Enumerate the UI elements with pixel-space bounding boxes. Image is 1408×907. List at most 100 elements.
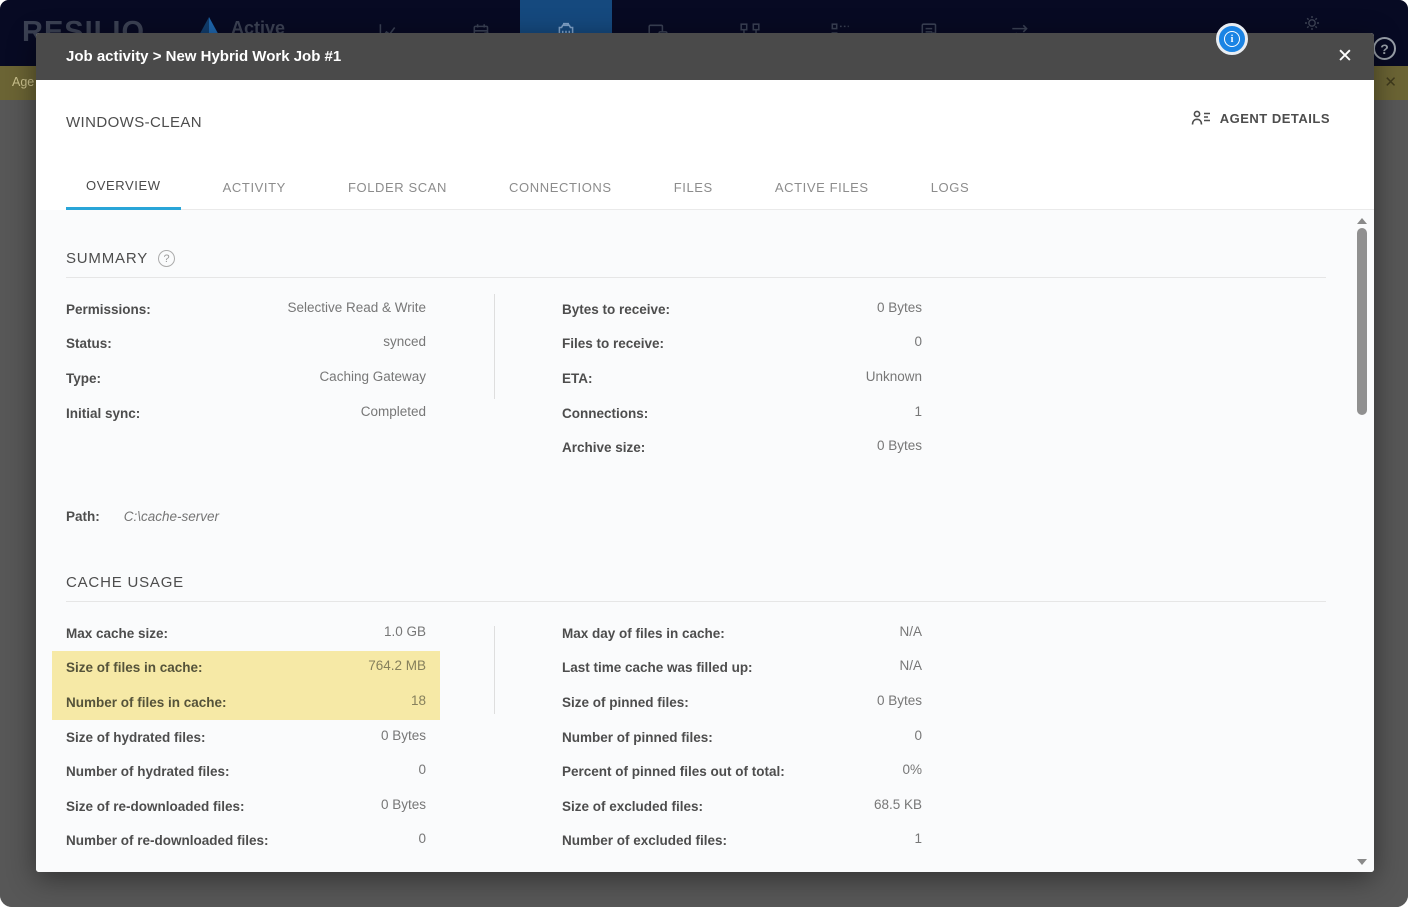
tab-overview[interactable]: OVERVIEW	[66, 164, 181, 210]
stat-row: Number of files in cache: 18	[52, 685, 440, 720]
stat-value: Unknown	[866, 369, 922, 384]
stat-value: 0	[418, 762, 426, 777]
stat-label: Permissions:	[66, 302, 151, 317]
cache-column-divider	[494, 626, 495, 714]
scrollbar-up-arrow-icon[interactable]	[1357, 218, 1367, 224]
stat-label: Size of pinned files:	[562, 695, 689, 710]
agent-details-label: AGENT DETAILS	[1220, 111, 1330, 126]
tab-active-files[interactable]: ACTIVE FILES	[755, 164, 889, 210]
stat-row: Archive size:0 Bytes	[562, 430, 922, 465]
stat-value: 1.0 GB	[384, 624, 426, 639]
stat-row: Size of excluded files: 68.5 KB	[562, 789, 922, 824]
notification-text: Age	[12, 75, 34, 89]
stat-value: 0 Bytes	[877, 693, 922, 708]
stat-row: Number of pinned files: 0	[562, 720, 922, 755]
stat-label: Number of pinned files:	[562, 730, 713, 745]
stat-row: Status: synced	[66, 327, 426, 362]
stat-label: Size of excluded files:	[562, 799, 703, 814]
tab-connections[interactable]: CONNECTIONS	[489, 164, 632, 210]
info-button[interactable]: i	[1216, 23, 1248, 55]
cache-left-column: Max cache size: 1.0 GB Size of files in ca…	[66, 616, 426, 858]
stat-value: Caching Gateway	[319, 369, 426, 384]
stat-value: 0	[914, 334, 922, 349]
stat-label: Number of excluded files:	[562, 833, 727, 848]
cache-section-header: CACHE USAGE	[66, 574, 1326, 591]
path-value: C:\cache-server	[124, 509, 219, 524]
summary-section-header: SUMMARY ?	[66, 250, 1326, 267]
stat-label: Max day of files in cache:	[562, 626, 725, 641]
modal-breadcrumb-title: Job activity > New Hybrid Work Job #1	[36, 48, 341, 65]
stat-value: 0 Bytes	[877, 300, 922, 315]
stat-label: Size of re-downloaded files:	[66, 799, 245, 814]
stat-value: 18	[411, 693, 426, 708]
stat-row: Type: Caching Gateway	[66, 361, 426, 396]
stat-row: Size of hydrated files: 0 Bytes	[66, 720, 426, 755]
help-icon[interactable]: ?	[1373, 37, 1396, 60]
stat-value: synced	[383, 334, 426, 349]
overview-tab-content: SUMMARY ? Permissions: Selective Read & W…	[36, 210, 1374, 872]
scrollbar[interactable]	[1354, 210, 1370, 872]
agent-name: WINDOWS-CLEAN	[66, 114, 1344, 131]
cache-grid: Max cache size: 1.0 GB Size of files in ca…	[66, 616, 1326, 858]
summary-divider	[66, 277, 1326, 278]
person-details-icon	[1191, 110, 1211, 126]
cache-usage-heading: CACHE USAGE	[66, 574, 184, 591]
job-activity-modal: Job activity > New Hybrid Work Job #1 ✕ …	[36, 33, 1374, 872]
stat-label: ETA:	[562, 371, 593, 386]
stat-label: Size of files in cache:	[66, 660, 203, 675]
stat-row: Number of hydrated files: 0	[66, 754, 426, 789]
stat-label: Files to receive:	[562, 336, 664, 351]
summary-heading: SUMMARY	[66, 250, 148, 267]
stat-value: Selective Read & Write	[287, 300, 426, 315]
stat-row: Number of re-downloaded files:0	[66, 824, 426, 859]
stat-row: Percent of pinned files out of total:0%	[562, 754, 922, 789]
stat-label: Number of re-downloaded files:	[66, 833, 269, 848]
scrollbar-down-arrow-icon[interactable]	[1357, 859, 1367, 865]
stat-row: Last time cache was filled up:N/A	[562, 651, 922, 686]
tab-logs[interactable]: LOGS	[911, 164, 990, 210]
stat-value: 1	[914, 404, 922, 419]
stat-value: 0 Bytes	[381, 728, 426, 743]
stat-value: 0	[914, 728, 922, 743]
stat-value: Completed	[361, 404, 426, 419]
stat-row: Connections: 1	[562, 396, 922, 431]
stat-row: Max cache size: 1.0 GB	[66, 616, 426, 651]
scrollbar-thumb[interactable]	[1357, 228, 1367, 415]
stat-row: Files to receive: 0	[562, 327, 922, 362]
stat-label: Number of files in cache:	[66, 695, 227, 710]
summary-grid: Permissions: Selective Read & Write Status…	[66, 292, 1326, 465]
stat-label: Size of hydrated files:	[66, 730, 206, 745]
stat-label: Max cache size:	[66, 626, 168, 641]
stat-label: Connections:	[562, 406, 648, 421]
summary-left-column: Permissions: Selective Read & Write Status…	[66, 292, 426, 465]
stat-label: Type:	[66, 371, 101, 386]
path-row: Path: C:\cache-server	[66, 509, 1326, 524]
stat-label: Last time cache was filled up:	[562, 660, 753, 675]
stat-label: Bytes to receive:	[562, 302, 670, 317]
stat-row: Size of re-downloaded files:0 Bytes	[66, 789, 426, 824]
browser-page: RESILIO Active	[0, 0, 1408, 907]
agent-details-button[interactable]: AGENT DETAILS	[1191, 110, 1330, 126]
modal-header: Job activity > New Hybrid Work Job #1 ✕	[36, 33, 1374, 80]
stat-row: Bytes to receive: 0 Bytes	[562, 292, 922, 327]
info-icon: i	[1224, 31, 1240, 47]
stat-label: Number of hydrated files:	[66, 764, 230, 779]
stat-value: 68.5 KB	[874, 797, 922, 812]
notification-close-icon[interactable]: ✕	[1384, 73, 1397, 91]
summary-right-column: Bytes to receive: 0 Bytes Files to receive…	[562, 292, 922, 465]
stat-label: Status:	[66, 336, 112, 351]
stat-value: 1	[914, 831, 922, 846]
stat-value: N/A	[899, 624, 922, 639]
summary-help-icon[interactable]: ?	[158, 250, 175, 267]
modal-subheader: WINDOWS-CLEAN AGENT DETAILS OVERVIEW ACTI…	[36, 80, 1374, 210]
stat-value: 0 Bytes	[877, 438, 922, 453]
close-icon[interactable]: ✕	[1332, 43, 1358, 69]
tab-files[interactable]: FILES	[654, 164, 733, 210]
stat-label: Percent of pinned files out of total:	[562, 764, 785, 779]
stat-value: 764.2 MB	[368, 658, 426, 673]
tab-activity[interactable]: ACTIVITY	[203, 164, 306, 210]
tab-folder-scan[interactable]: FOLDER SCAN	[328, 164, 467, 210]
stat-row: ETA: Unknown	[562, 361, 922, 396]
cache-right-column: Max day of files in cache: N/A Last time c…	[562, 616, 922, 858]
stat-label: Initial sync:	[66, 406, 140, 421]
